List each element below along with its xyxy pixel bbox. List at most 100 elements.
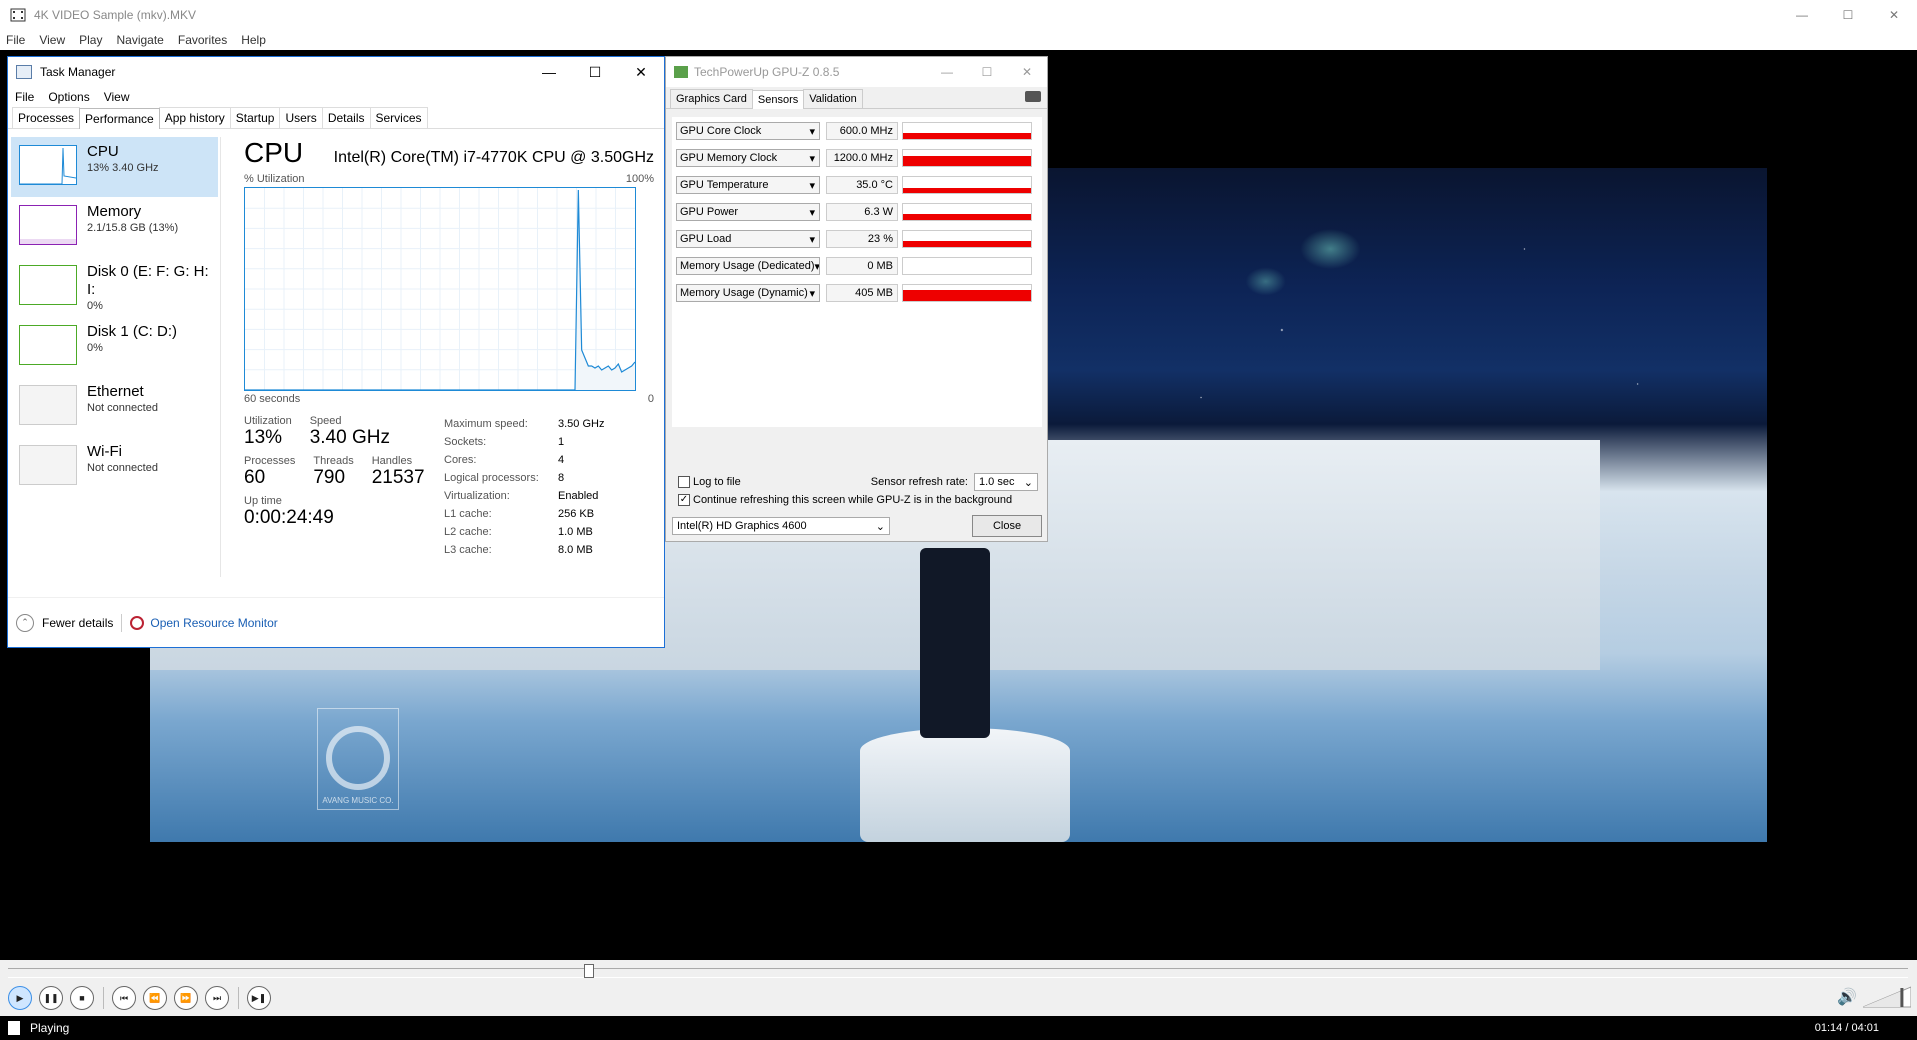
sidebar-item-sub: Not connected xyxy=(87,402,158,414)
sensor-value: 0 MB xyxy=(826,257,898,275)
cpu-specs: Maximum speed: 3.50 GHz Sockets: 1 Cores: 4… xyxy=(444,415,604,559)
tab-performance[interactable]: Performance xyxy=(79,108,160,129)
sidebar-item-sub: Not connected xyxy=(87,462,158,474)
next-button[interactable]: ⏭ xyxy=(205,986,229,1010)
divider xyxy=(238,987,239,1009)
speaker-icon[interactable]: 🔊 xyxy=(1837,987,1857,1007)
gpu-select[interactable]: Intel(R) HD Graphics 4600 ⌄ xyxy=(672,517,890,535)
previous-button[interactable]: ⏮ xyxy=(112,986,136,1010)
chevron-up-icon[interactable]: ⌃ xyxy=(16,613,34,632)
frame-step-button[interactable]: ▶❚ xyxy=(247,986,271,1010)
disk0-mini-graph xyxy=(19,265,77,305)
spec-value: 4 xyxy=(558,454,565,466)
sidebar-item-disk1[interactable]: Disk 1 (C: D:) 0% xyxy=(11,317,218,377)
close-button[interactable]: ✕ xyxy=(1871,0,1917,30)
sensor-value: 23 % xyxy=(826,230,898,248)
tm-menu-file[interactable]: File xyxy=(15,90,34,104)
open-resource-monitor-link[interactable]: Open Resource Monitor xyxy=(150,616,277,630)
tm-menu-options[interactable]: Options xyxy=(48,90,89,104)
gpuz-maximize-button[interactable]: ☐ xyxy=(967,57,1007,87)
stop-button[interactable]: ■ xyxy=(70,986,94,1010)
sidebar-item-disk0[interactable]: Disk 0 (E: F: G: H: I: 0% xyxy=(11,257,218,317)
sidebar-item-label: Disk 0 (E: F: G: H: I: xyxy=(87,263,209,298)
tab-validation[interactable]: Validation xyxy=(803,89,863,108)
sensor-value: 600.0 MHz xyxy=(826,122,898,140)
continue-refresh-label: Continue refreshing this screen while GP… xyxy=(693,494,1013,506)
performer xyxy=(920,548,990,738)
tm-maximize-button[interactable]: ☐ xyxy=(572,57,618,87)
menu-view[interactable]: View xyxy=(39,33,65,47)
sensor-graph xyxy=(902,257,1032,275)
tm-minimize-button[interactable]: — xyxy=(526,57,572,87)
tab-services[interactable]: Services xyxy=(369,107,428,128)
tab-graphics-card[interactable]: Graphics Card xyxy=(670,89,753,108)
tm-footer: ⌃ Fewer details Open Resource Monitor xyxy=(8,597,664,647)
sensor-name-dropdown[interactable]: GPU Load ▾ xyxy=(676,230,820,248)
gpuz-close-button[interactable]: ✕ xyxy=(1007,57,1047,87)
sensor-name-dropdown[interactable]: GPU Core Clock ▾ xyxy=(676,122,820,140)
sensor-graph-fill xyxy=(903,133,1031,139)
sensor-name-dropdown[interactable]: Memory Usage (Dedicated) ▾ xyxy=(676,257,820,275)
sensor-graph xyxy=(902,176,1032,194)
fewer-details-link[interactable]: Fewer details xyxy=(42,616,113,630)
spec-value: 256 KB xyxy=(558,508,595,520)
sensor-graph-fill xyxy=(903,188,1031,193)
tab-users[interactable]: Users xyxy=(279,107,323,128)
log-to-file-checkbox[interactable] xyxy=(678,476,690,488)
tab-details[interactable]: Details xyxy=(321,107,371,128)
cpu-mini-graph xyxy=(19,145,77,185)
sidebar-item-ethernet[interactable]: Ethernet Not connected xyxy=(11,377,218,437)
utilization-label: Utilization xyxy=(244,415,292,427)
watermark-logo-icon xyxy=(326,726,390,790)
graph-zero-label: 0 xyxy=(647,393,654,405)
menu-favorites[interactable]: Favorites xyxy=(178,33,227,47)
seek-thumb[interactable] xyxy=(584,964,595,978)
sensor-name-dropdown[interactable]: GPU Temperature ▾ xyxy=(676,176,820,194)
sensor-name-dropdown[interactable]: GPU Memory Clock ▾ xyxy=(676,149,820,167)
spec-value: Enabled xyxy=(558,490,599,502)
sensor-name-dropdown[interactable]: Memory Usage (Dynamic) ▾ xyxy=(676,284,820,302)
sidebar-item-memory[interactable]: Memory 2.1/15.8 GB (13%) xyxy=(11,197,218,257)
spec-value: 1 xyxy=(558,436,565,448)
menu-help[interactable]: Help xyxy=(241,33,266,47)
gpuz-minimize-button[interactable]: — xyxy=(927,57,967,87)
maximize-button[interactable]: ☐ xyxy=(1825,0,1871,30)
tm-tabs: Processes Performance App history Startu… xyxy=(8,107,664,129)
seek-bar[interactable] xyxy=(8,964,1908,978)
volume-slider[interactable] xyxy=(1863,986,1911,1008)
chevron-down-icon: ⌄ xyxy=(1023,476,1033,489)
sensor-row: GPU Power ▾ 6.3 W xyxy=(676,202,1036,222)
sensor-graph xyxy=(902,122,1032,140)
pause-button[interactable]: ❚❚ xyxy=(39,986,63,1010)
play-button[interactable]: ▶ xyxy=(8,986,32,1010)
tab-sensors[interactable]: Sensors xyxy=(751,90,805,109)
tab-app-history[interactable]: App history xyxy=(158,107,231,128)
close-dialog-button[interactable]: Close xyxy=(972,515,1042,537)
sidebar-item-wifi[interactable]: Wi-Fi Not connected xyxy=(11,437,218,497)
sidebar-item-sub: 13% 3.40 GHz xyxy=(87,162,159,174)
graph-util-label: % Utilization xyxy=(244,173,305,185)
tm-close-button[interactable]: ✕ xyxy=(618,57,664,87)
forward-button[interactable]: ⏩ xyxy=(174,986,198,1010)
gpuz-app-icon xyxy=(674,66,688,78)
menu-file[interactable]: File xyxy=(6,33,25,47)
processes-value: 60 xyxy=(244,467,266,488)
gpuz-window: TechPowerUp GPU-Z 0.8.5 — ☐ ✕ Graphics C… xyxy=(665,56,1048,542)
sidebar-item-cpu[interactable]: CPU 13% 3.40 GHz xyxy=(11,137,218,197)
refresh-rate-select[interactable]: 1.0 sec ⌄ xyxy=(974,473,1038,491)
minimize-button[interactable]: — xyxy=(1779,0,1825,30)
tm-menu-view[interactable]: View xyxy=(104,90,130,104)
tab-processes[interactable]: Processes xyxy=(12,107,81,128)
spec-key: Cores: xyxy=(444,454,477,466)
rewind-button[interactable]: ⏪ xyxy=(143,986,167,1010)
tab-startup[interactable]: Startup xyxy=(229,107,281,128)
tm-titlebar: Task Manager — ☐ ✕ xyxy=(8,57,664,87)
uptime-value: 0:00:24:49 xyxy=(244,507,334,528)
continue-refresh-checkbox[interactable]: ✓ xyxy=(678,494,690,506)
menu-play[interactable]: Play xyxy=(79,33,102,47)
menu-navigate[interactable]: Navigate xyxy=(116,33,163,47)
sensor-graph xyxy=(902,149,1032,167)
divider xyxy=(103,987,104,1009)
sensor-name-dropdown[interactable]: GPU Power ▾ xyxy=(676,203,820,221)
camera-icon[interactable] xyxy=(1025,91,1041,102)
